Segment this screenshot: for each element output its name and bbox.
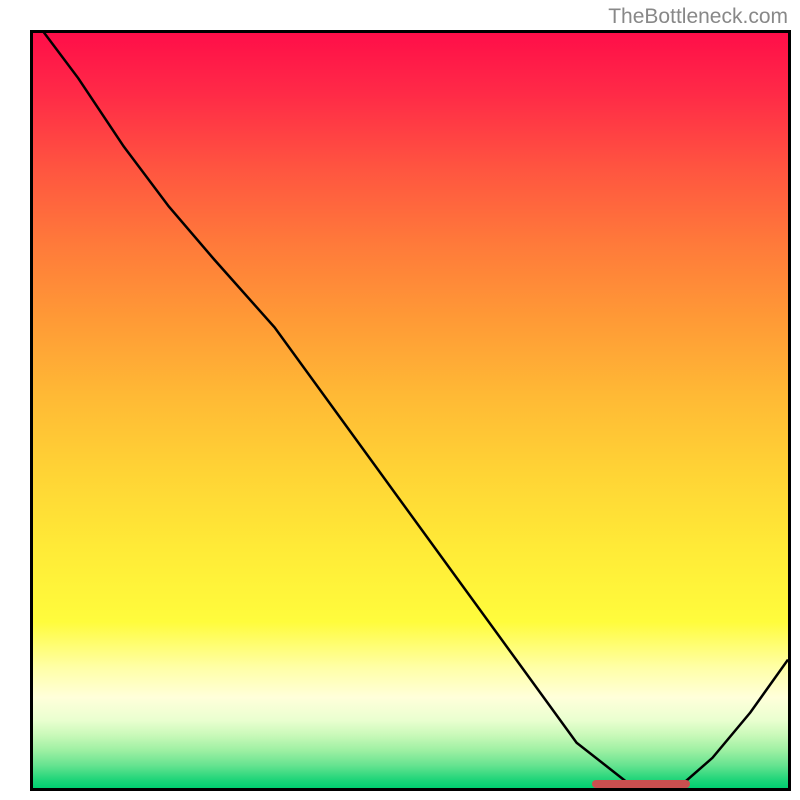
optimal-zone-marker (592, 780, 690, 788)
watermark-text: TheBottleneck.com (608, 5, 788, 29)
curve-line (33, 33, 788, 784)
chart-curve-svg (33, 33, 788, 788)
chart-area (30, 30, 791, 791)
